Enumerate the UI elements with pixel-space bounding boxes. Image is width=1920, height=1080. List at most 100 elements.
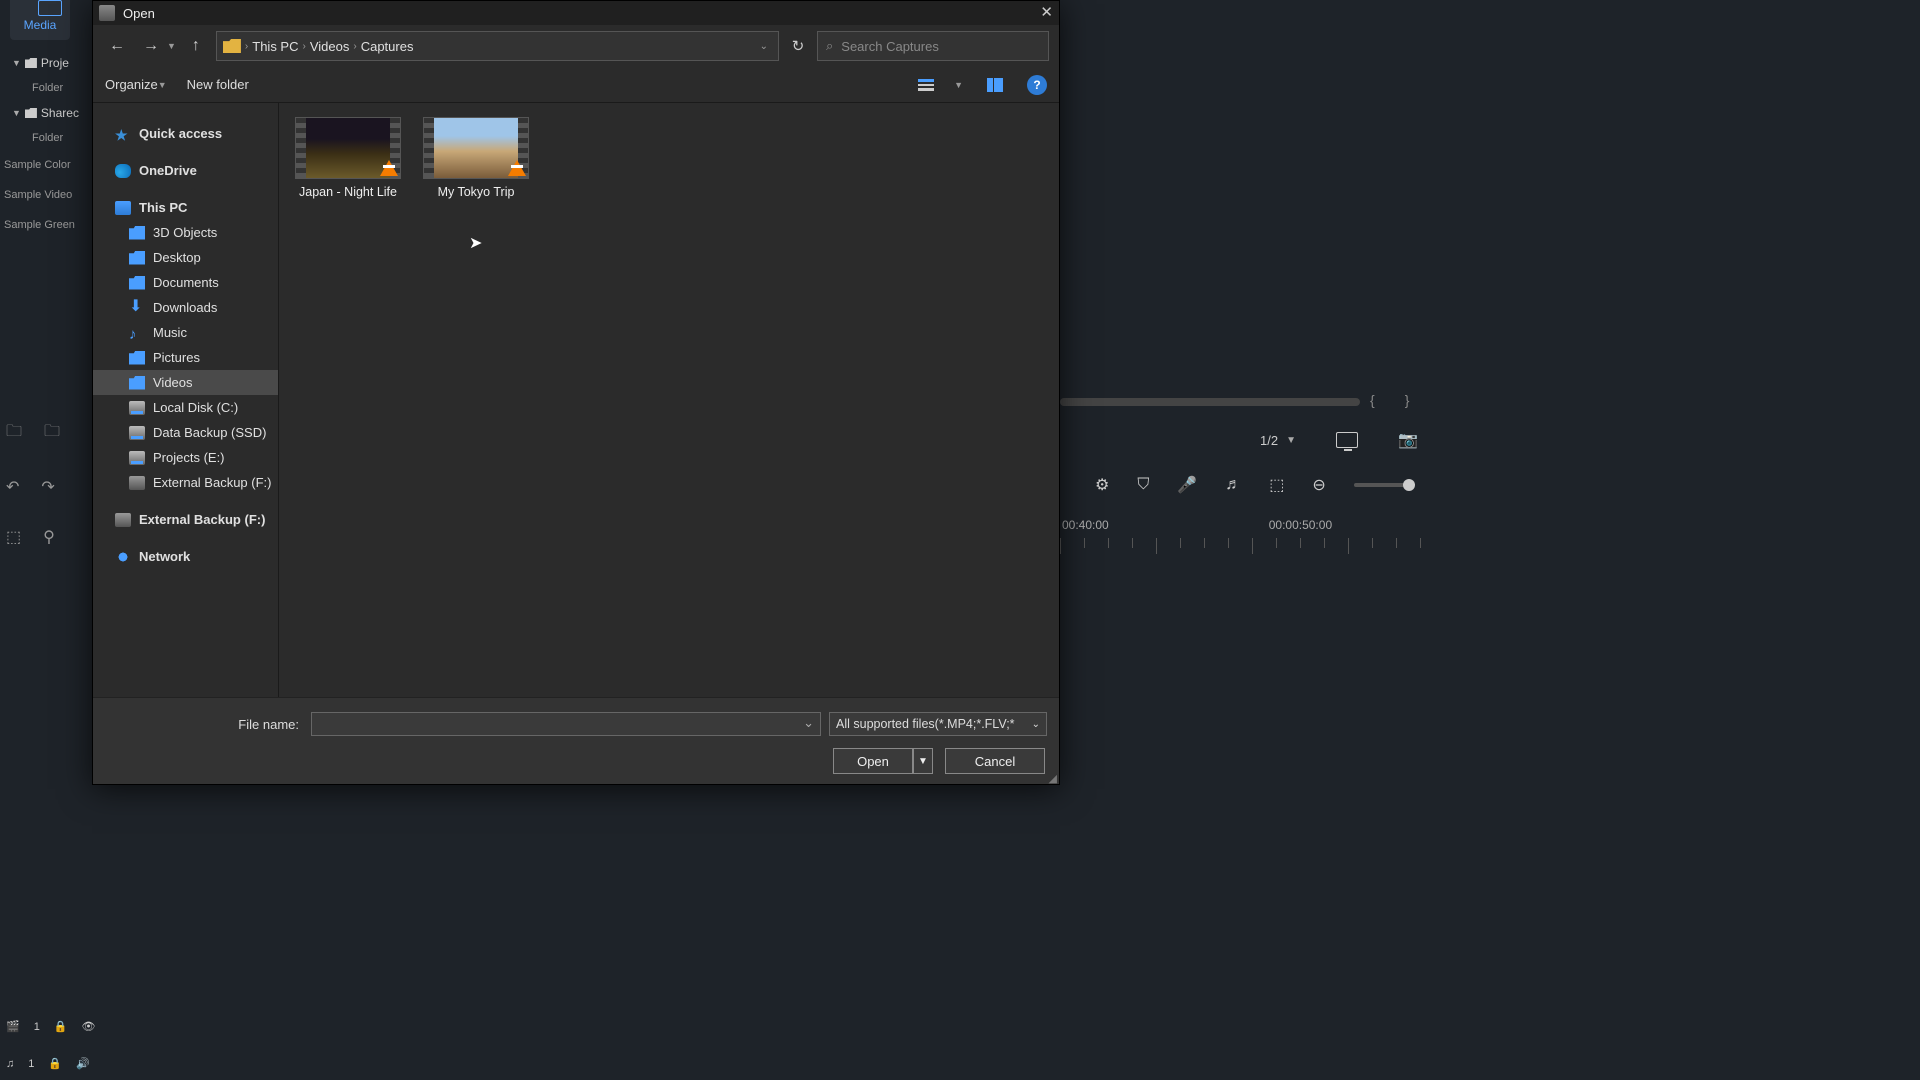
folder-icon — [129, 351, 145, 365]
audio-track[interactable]: ♫1🔒🔊 — [6, 1057, 96, 1070]
folder-icon — [129, 276, 145, 290]
media-tab[interactable]: Media — [10, 0, 70, 40]
sidebar-localdisk-c[interactable]: Local Disk (C:) — [93, 395, 278, 420]
resize-grip-icon[interactable]: ◢ — [1049, 776, 1057, 782]
sample-green[interactable]: Sample Green — [0, 210, 95, 240]
sidebar-music[interactable]: ♪Music — [93, 320, 278, 345]
redo-icon[interactable]: ↷ — [41, 477, 54, 497]
sidebar-external-f[interactable]: External Backup (F:) — [93, 470, 278, 495]
link-icon[interactable]: ⚲ — [43, 527, 55, 547]
crumb-thispc[interactable]: This PC — [252, 39, 298, 54]
scrub-bar[interactable] — [1060, 398, 1360, 406]
new-folder-icon[interactable]: 🗀 — [6, 420, 22, 447]
up-button[interactable]: ↑ — [182, 32, 210, 60]
sidebar-quick-access[interactable]: ★ Quick access — [93, 121, 278, 146]
sidebar-onedrive[interactable]: OneDrive — [93, 158, 278, 183]
music-icon: ♪ — [129, 326, 145, 340]
mark-out-icon[interactable]: } — [1405, 392, 1410, 408]
panel-icon[interactable]: ⬚ — [6, 527, 21, 547]
eye-icon[interactable]: 👁 — [82, 1020, 96, 1033]
filetype-filter[interactable]: All supported files(*.MP4;*.FLV;*⌄ — [829, 712, 1047, 736]
back-button[interactable]: ← — [103, 32, 131, 60]
sidebar-downloads[interactable]: ⬇Downloads — [93, 295, 278, 320]
chevron-down-icon[interactable]: ▼ — [1286, 435, 1296, 446]
organize-label: Organize — [105, 77, 158, 92]
import-icon[interactable]: 🗀 — [44, 420, 60, 447]
tree-folder[interactable]: Folder — [0, 76, 95, 100]
filename-input[interactable] — [311, 712, 821, 736]
undo-icon[interactable]: ↶ — [6, 477, 19, 497]
video-track[interactable]: 🎬1🔒👁 — [6, 1020, 96, 1033]
disk-icon — [129, 451, 145, 465]
snapshot-icon[interactable]: ⬚ — [1269, 475, 1284, 495]
refresh-button[interactable]: ↻ — [785, 37, 811, 55]
chevron-down-icon[interactable]: ⌄ — [760, 41, 772, 52]
sidebar-3dobjects[interactable]: 3D Objects — [93, 220, 278, 245]
open-dropdown-button[interactable]: ▼ — [913, 748, 933, 774]
sample-videos[interactable]: Sample Video — [0, 180, 95, 210]
sidebar-label: Documents — [153, 275, 219, 290]
preview-pane-button[interactable] — [983, 75, 1007, 95]
folder-icon — [129, 251, 145, 265]
help-button[interactable]: ? — [1027, 75, 1047, 95]
sidebar-pictures[interactable]: Pictures — [93, 345, 278, 370]
lock-icon[interactable]: 🔒 — [54, 1020, 68, 1033]
sidebar-videos[interactable]: Videos — [93, 370, 278, 395]
color-icon[interactable]: ⚙ — [1095, 475, 1109, 495]
tree-shared[interactable]: ▼Sharec — [0, 100, 95, 126]
open-dialog: Open ✕ ← → ▼ ↑ › This PC › Videos › Capt… — [92, 0, 1060, 785]
mark-in-icon[interactable]: { — [1370, 392, 1375, 408]
sidebar-projects-e[interactable]: Projects (E:) — [93, 445, 278, 470]
lock-icon[interactable]: 🔒 — [48, 1057, 62, 1070]
file-item[interactable]: Japan - Night Life — [293, 117, 403, 199]
close-icon[interactable]: ✕ — [1040, 3, 1053, 21]
list-view-icon — [918, 79, 934, 91]
star-icon: ★ — [115, 127, 131, 141]
track-number: 1 — [28, 1058, 34, 1070]
track-number: 1 — [34, 1021, 40, 1033]
sidebar-label: Desktop — [153, 250, 201, 265]
sidebar-label: Data Backup (SSD) — [153, 425, 266, 440]
zoom-out-icon[interactable]: ⊖ — [1312, 475, 1325, 495]
sidebar-network[interactable]: Network — [93, 544, 278, 569]
media-icon — [38, 0, 62, 16]
view-mode-button[interactable] — [914, 75, 938, 95]
shield-icon[interactable]: ⛉ — [1137, 476, 1149, 494]
mic-icon[interactable]: 🎤 — [1177, 475, 1197, 495]
folder-icon — [129, 376, 145, 390]
title-bar[interactable]: Open ✕ — [93, 1, 1059, 25]
timeline[interactable]: 00:40:0000:00:50:00 — [1060, 518, 1920, 554]
file-item[interactable]: My Tokyo Trip — [421, 117, 531, 199]
cursor-icon: ➤ — [469, 233, 482, 253]
camera-icon[interactable]: 📷 — [1398, 430, 1418, 450]
speaker-icon[interactable]: 🔊 — [76, 1057, 90, 1070]
open-button[interactable]: Open — [833, 748, 913, 774]
tree-folder[interactable]: Folder — [0, 126, 95, 150]
network-icon — [115, 550, 131, 564]
monitor-icon[interactable] — [1336, 432, 1358, 448]
sidebar-desktop[interactable]: Desktop — [93, 245, 278, 270]
caret-down-icon[interactable]: ▼ — [954, 80, 963, 90]
search-input[interactable]: ⌕ Search Captures — [817, 31, 1049, 61]
folder-icon — [25, 58, 37, 68]
sidebar-external-f2[interactable]: External Backup (F:) — [93, 507, 278, 532]
sample-colors[interactable]: Sample Color — [0, 150, 95, 180]
crumb-videos[interactable]: Videos — [310, 39, 350, 54]
tree-project[interactable]: ▼Proje — [0, 50, 95, 76]
sidebar-databackup[interactable]: Data Backup (SSD) — [93, 420, 278, 445]
history-caret-icon[interactable]: ▼ — [167, 41, 176, 51]
breadcrumb[interactable]: › This PC › Videos › Captures ⌄ — [216, 31, 779, 61]
sidebar-documents[interactable]: Documents — [93, 270, 278, 295]
cancel-button[interactable]: Cancel — [945, 748, 1045, 774]
newfolder-button[interactable]: New folder — [187, 77, 249, 92]
sidebar-label: Videos — [153, 375, 193, 390]
crumb-captures[interactable]: Captures — [361, 39, 414, 54]
volume-slider[interactable] — [1354, 483, 1409, 487]
chevron-down-icon: ⌄ — [1032, 719, 1040, 730]
forward-button[interactable]: → — [137, 32, 165, 60]
music-list-icon[interactable]: ♬ — [1225, 476, 1241, 494]
sidebar-label: Quick access — [139, 126, 222, 141]
sidebar-thispc[interactable]: This PC — [93, 195, 278, 220]
file-content-area[interactable]: Japan - Night Life My Tokyo Trip ➤ — [279, 103, 1059, 697]
organize-button[interactable]: Organize▼ — [105, 77, 167, 92]
